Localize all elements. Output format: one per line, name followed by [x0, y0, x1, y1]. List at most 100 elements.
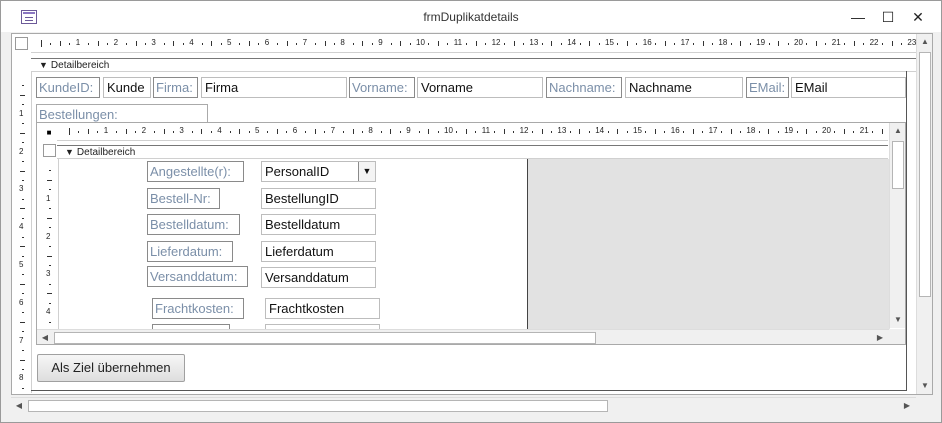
ruler-tick [20, 321, 25, 323]
form-selector[interactable] [15, 37, 28, 50]
scroll-up-icon[interactable]: ▲ [917, 34, 933, 50]
main-horizontal-scrollbar[interactable]: ◀ ▶ [11, 397, 916, 413]
section-arrow-icon: ▼ [39, 60, 48, 70]
ruler-number: 3 [179, 126, 184, 135]
scroll-down-icon[interactable]: ▼ [917, 378, 933, 394]
ruler-number: 13 [529, 38, 539, 47]
subform-bestellungen[interactable]: ■ 1 2 3 4 5 6 7 8 9 10 11 12 13 14 15 16 17 18 19 20 21 ▼ Det… [36, 122, 906, 345]
ruler-tick [777, 131, 779, 133]
ruler-tick [69, 128, 70, 135]
frachtkosten-field[interactable]: Frachtkosten [265, 298, 380, 319]
ruler-tick [20, 94, 25, 96]
ruler-tick [22, 179, 24, 181]
ruler-tick [409, 43, 411, 45]
ruler-number: 13 [557, 126, 567, 135]
close-button[interactable]: ✕ [903, 6, 933, 28]
ruler-number: 17 [708, 126, 718, 135]
scroll-left-icon[interactable]: ◀ [37, 330, 53, 344]
ruler-tick [314, 129, 316, 134]
ruler-tick [49, 227, 51, 229]
subform-vertical-scrollbar[interactable]: ▲ ▼ [889, 123, 905, 328]
kunde-field[interactable]: Kunde [103, 77, 151, 98]
ruler-tick [504, 43, 506, 45]
kunde-label: KundeID: [36, 77, 100, 98]
ruler-tick [692, 129, 694, 134]
subform-section-header-detail[interactable]: ▼ Detailbereich [57, 145, 888, 159]
ruler-tick [664, 41, 666, 46]
subform-horizontal-scrollbar[interactable]: ◀ ▶ [37, 329, 889, 344]
ruler-number: 17 [680, 38, 690, 47]
ruler-tick [513, 41, 515, 46]
versanddatum-field[interactable]: Versanddatum [261, 267, 376, 288]
scroll-thumb[interactable] [892, 141, 904, 189]
vorname-field[interactable]: Vorname [417, 77, 543, 98]
personal-combobox[interactable]: PersonalID ▼ [261, 161, 376, 182]
ruler-tick [22, 236, 24, 238]
ruler-tick [49, 264, 51, 266]
ruler-tick [20, 246, 25, 248]
form-window: frmDuplikatdetails — ☐ ✕ 1 2 3 4 5 6 7 8 9 10 11 12… [0, 0, 942, 423]
scroll-left-icon[interactable]: ◀ [11, 398, 27, 414]
bestelldatum-field[interactable]: Bestelldatum [261, 214, 376, 235]
ruler-number: 1 [75, 38, 81, 47]
subform-selector[interactable]: ■ [43, 127, 55, 139]
ruler-tick [400, 41, 402, 46]
ruler-tick [702, 131, 704, 133]
ruler-tick [49, 189, 51, 191]
ruler-tick [201, 43, 203, 45]
scroll-right-icon[interactable]: ▶ [899, 398, 915, 414]
nachname-field[interactable]: Nachname [625, 77, 743, 98]
ruler-tick [843, 129, 845, 134]
ruler-number: 15 [633, 126, 642, 135]
ruler-tick [97, 41, 99, 46]
ruler-tick [730, 43, 732, 45]
scroll-down-icon[interactable]: ▼ [890, 312, 905, 328]
ruler-tick [239, 43, 241, 45]
ruler-tick [22, 255, 24, 257]
ruler-number: 20 [822, 126, 831, 135]
bestellung-id-field[interactable]: BestellungID [261, 188, 376, 209]
ruler-tick [834, 131, 836, 133]
ruler-tick [541, 43, 543, 45]
ruler-tick [390, 43, 392, 45]
ruler-tick [758, 131, 760, 133]
ruler-tick [541, 129, 543, 134]
scroll-thumb[interactable] [28, 400, 608, 412]
minimize-button[interactable]: — [843, 6, 873, 28]
section-header-detail[interactable]: ▼ Detailbereich [31, 58, 916, 72]
lieferdatum-field[interactable]: Lieferdatum [261, 241, 376, 262]
scroll-thumb[interactable] [54, 332, 596, 344]
dropdown-arrow-icon[interactable]: ▼ [358, 162, 375, 181]
ruler-number: 12 [491, 38, 501, 47]
ruler-tick [49, 283, 51, 285]
scroll-right-icon[interactable]: ▶ [872, 330, 888, 344]
ruler-tick [352, 43, 354, 45]
firma-field[interactable]: Firma [201, 77, 347, 98]
nachname-label: Nachname: [546, 77, 622, 98]
als-ziel-uebernehmen-button[interactable]: Als Ziel übernehmen [37, 354, 185, 382]
ruler-tick [551, 41, 553, 46]
lieferdatum-label: Lieferdatum: [147, 241, 233, 262]
ruler-tick [437, 41, 439, 46]
main-vertical-scrollbar[interactable]: ▲ ▼ [916, 34, 932, 394]
email-label: EMail: [746, 77, 789, 98]
ruler-number: 8 [368, 126, 373, 135]
ruler-number: 21 [831, 38, 841, 47]
subform-row-selector[interactable] [43, 144, 56, 157]
ruler-tick [220, 43, 222, 45]
ruler-number: 11 [453, 38, 463, 47]
scroll-thumb[interactable] [919, 52, 931, 297]
ruler-tick [872, 131, 874, 133]
ruler-number: 18 [718, 38, 728, 47]
form-bottom-edge [31, 390, 907, 391]
scroll-up-icon[interactable]: ▲ [890, 123, 905, 139]
ruler-tick [343, 131, 345, 133]
ruler-number: 2 [19, 146, 24, 156]
ruler-tick [201, 129, 203, 134]
ruler-tick [22, 312, 24, 314]
ruler-tick [248, 41, 250, 46]
vertical-ruler: 1 2 3 4 5 6 7 8 [14, 71, 32, 393]
ruler-tick [267, 131, 269, 133]
maximize-button[interactable]: ☐ [873, 6, 903, 28]
email-field[interactable]: EMail [791, 77, 906, 98]
